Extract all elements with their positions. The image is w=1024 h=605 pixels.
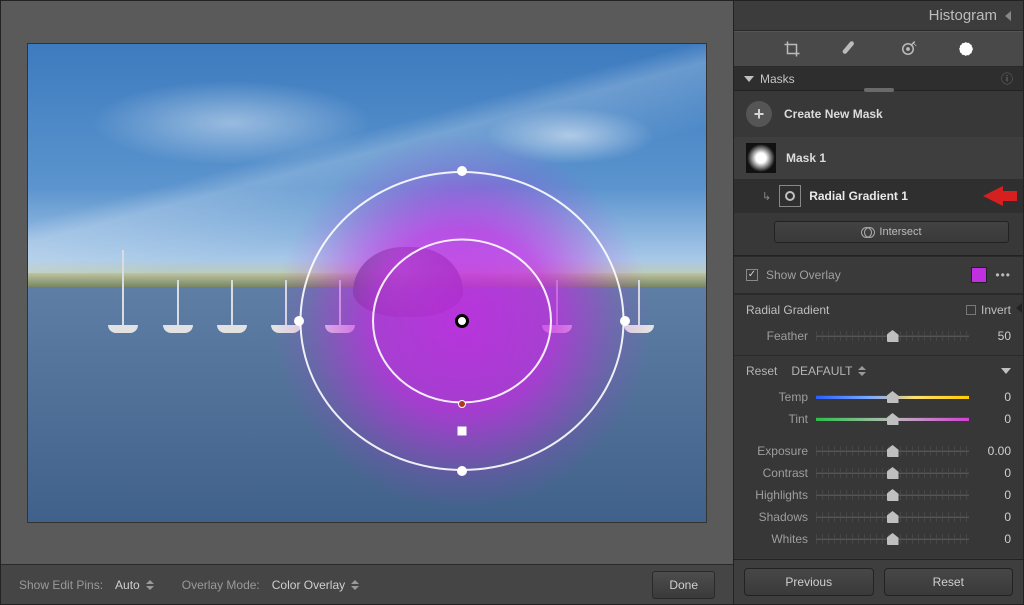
done-button[interactable]: Done xyxy=(652,571,715,599)
handle-right[interactable] xyxy=(620,316,630,326)
whites-label: Whites xyxy=(746,532,808,546)
reset-label[interactable]: Reset xyxy=(746,364,777,378)
chevron-down-icon xyxy=(744,76,754,82)
shadows-label: Shadows xyxy=(746,510,808,524)
tool-strip xyxy=(734,31,1023,67)
radial-gradient-title: Radial Gradient xyxy=(746,303,829,317)
contrast-label: Contrast xyxy=(746,466,808,480)
overlay-mode-value: Color Overlay xyxy=(272,578,345,592)
shadows-slider[interactable] xyxy=(816,510,969,524)
contrast-slider[interactable] xyxy=(816,466,969,480)
exposure-slider[interactable] xyxy=(816,444,969,458)
tint-label: Tint xyxy=(746,412,808,426)
intersect-icon xyxy=(861,226,873,238)
reset-button[interactable]: Reset xyxy=(884,568,1014,596)
bottom-toolbar: Show Edit Pins: Auto Overlay Mode: Color… xyxy=(1,564,733,604)
highlights-label: Highlights xyxy=(746,488,808,502)
show-overlay-row: Show Overlay ••• xyxy=(734,256,1023,294)
show-overlay-checkbox[interactable] xyxy=(746,269,758,281)
mask-name: Mask 1 xyxy=(786,151,826,165)
shadows-value[interactable]: 0 xyxy=(977,510,1011,524)
radial-gradient-section: Radial Gradient Invert Feather 50 xyxy=(734,294,1023,355)
tint-slider[interactable] xyxy=(816,412,969,426)
contrast-value[interactable]: 0 xyxy=(977,466,1011,480)
annotation-arrow-icon xyxy=(983,186,1003,206)
overlay-mode-select[interactable]: Overlay Mode: Color Overlay xyxy=(182,578,359,592)
feather-handle[interactable] xyxy=(458,400,466,408)
feather-value[interactable]: 50 xyxy=(977,329,1011,343)
show-overlay-label: Show Overlay xyxy=(766,268,841,282)
intersect-button[interactable]: Intersect xyxy=(774,221,1009,243)
image-canvas[interactable] xyxy=(27,43,707,523)
panel-grab-handle[interactable] xyxy=(864,88,894,92)
heal-icon[interactable] xyxy=(841,40,859,58)
feather-slider[interactable] xyxy=(816,329,969,343)
mask-center-pin[interactable] xyxy=(455,314,469,328)
create-new-mask-label: Create New Mask xyxy=(784,107,883,121)
handle-bottom[interactable] xyxy=(457,466,467,476)
handle-inner-bottom[interactable] xyxy=(457,426,466,435)
intersect-label: Intersect xyxy=(879,226,921,238)
canvas-wrap xyxy=(1,1,733,564)
previous-button[interactable]: Previous xyxy=(744,568,874,596)
tint-value[interactable]: 0 xyxy=(977,412,1011,426)
overlay-color-swatch[interactable] xyxy=(971,267,987,283)
preset-select[interactable]: DEAFAULT xyxy=(791,364,866,378)
temp-value[interactable]: 0 xyxy=(977,390,1011,404)
feather-label: Feather xyxy=(746,329,808,343)
handle-left[interactable] xyxy=(294,316,304,326)
whites-value[interactable]: 0 xyxy=(977,532,1011,546)
whites-slider[interactable] xyxy=(816,532,969,546)
redeye-icon[interactable] xyxy=(899,40,917,58)
show-edit-pins-label: Show Edit Pins: xyxy=(19,578,103,592)
crop-icon[interactable] xyxy=(783,40,801,58)
exposure-value[interactable]: 0.00 xyxy=(977,444,1011,458)
masks-title: Masks xyxy=(760,72,795,86)
histogram-header[interactable]: Histogram xyxy=(734,1,1023,31)
mask-item[interactable]: Mask 1 xyxy=(734,137,1023,179)
side-bottom-buttons: Previous Reset xyxy=(734,559,1023,604)
show-edit-pins-value: Auto xyxy=(115,578,140,592)
side-panel: Histogram Masks ⓘ + xyxy=(733,1,1023,604)
invert-checkbox[interactable] xyxy=(966,305,976,315)
masking-icon[interactable] xyxy=(957,40,975,58)
exposure-label: Exposure xyxy=(746,444,808,458)
highlights-value[interactable]: 0 xyxy=(977,488,1011,502)
sub-arrow-icon: ↳ xyxy=(762,190,771,203)
main-area: Show Edit Pins: Auto Overlay Mode: Color… xyxy=(1,1,733,604)
collapse-icon xyxy=(1005,11,1011,21)
temp-label: Temp xyxy=(746,390,808,404)
plus-icon: + xyxy=(746,101,772,127)
invert-label: Invert xyxy=(981,303,1011,317)
mask-component-item[interactable]: ↳ Radial Gradient 1 xyxy=(734,179,1023,213)
overlay-mode-label: Overlay Mode: xyxy=(182,578,260,592)
create-new-mask-button[interactable]: + Create New Mask xyxy=(734,91,1023,137)
adjustments-section: Reset DEAFAULT Temp 0 Tint xyxy=(734,355,1023,558)
right-panel-toggle[interactable] xyxy=(1016,303,1022,313)
masks-list: + Create New Mask Mask 1 ↳ Radial Gradie… xyxy=(734,91,1023,256)
component-thumbnail xyxy=(779,185,801,207)
section-collapse-icon[interactable] xyxy=(1001,368,1011,374)
component-name: Radial Gradient 1 xyxy=(809,189,908,203)
show-edit-pins-select[interactable]: Show Edit Pins: Auto xyxy=(19,578,154,592)
info-icon[interactable]: ⓘ xyxy=(1001,70,1013,87)
mask-thumbnail xyxy=(746,143,776,173)
histogram-label: Histogram xyxy=(929,7,997,24)
updown-icon xyxy=(858,366,866,376)
updown-icon xyxy=(351,580,359,590)
updown-icon xyxy=(146,580,154,590)
handle-top[interactable] xyxy=(457,166,467,176)
overlay-options-icon[interactable]: ••• xyxy=(995,268,1011,282)
highlights-slider[interactable] xyxy=(816,488,969,502)
temp-slider[interactable] xyxy=(816,390,969,404)
preset-value: DEAFAULT xyxy=(791,364,852,378)
